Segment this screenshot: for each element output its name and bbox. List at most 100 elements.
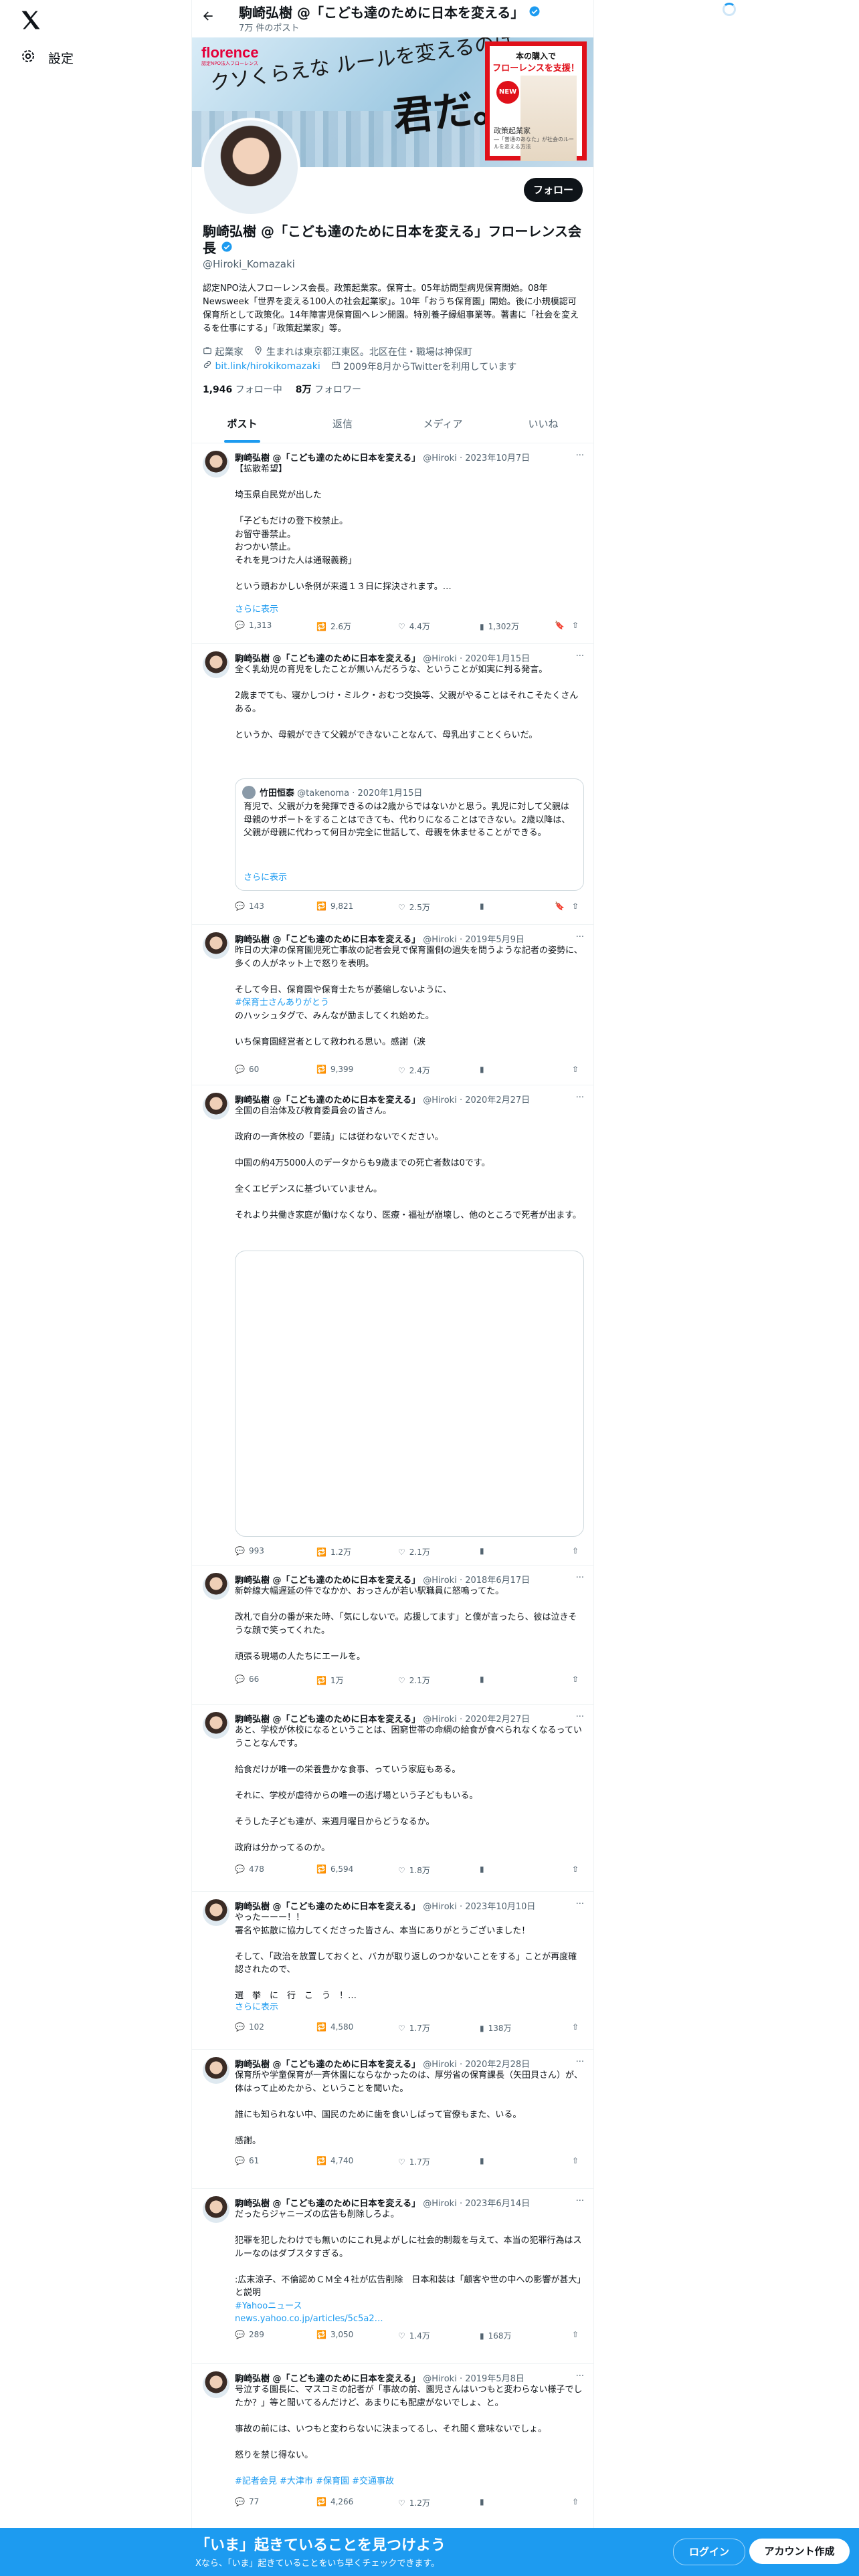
more-options-icon[interactable]: ··· [576, 1712, 584, 1722]
share-icon[interactable]: ⇧ [572, 1675, 579, 1684]
back-arrow-icon[interactable] [201, 9, 215, 25]
avatar[interactable] [203, 2371, 229, 2398]
tweet[interactable]: 駒崎弘樹 @「こども達のために日本を変える」 @Hiroki · 2020年2月… [192, 1704, 593, 1892]
tweet[interactable]: 駒崎弘樹 @「こども達のために日本を変える」 @Hiroki · 2023年6月… [192, 2188, 593, 2364]
views-icon[interactable]: ▮ [480, 1675, 484, 1684]
avatar[interactable] [203, 1573, 229, 1600]
share-icon[interactable]: ⇧ [572, 2330, 579, 2339]
share-icon[interactable]: ⇧ [572, 2497, 579, 2506]
avatar[interactable] [203, 1093, 229, 1119]
repost-button[interactable]: 🔁 1万 [316, 1675, 344, 1686]
avatar[interactable] [203, 1712, 229, 1739]
hashtag-link[interactable]: #保育士さんありがとう [235, 998, 329, 1008]
followers-link[interactable]: 8万 フォロワー [296, 383, 361, 396]
reply-button[interactable]: 💬 102 [235, 2022, 264, 2032]
like-button[interactable]: ♡ 2.5万 [398, 901, 430, 913]
tab-likes[interactable]: いいね [493, 407, 593, 443]
more-options-icon[interactable]: ··· [576, 651, 584, 661]
quoted-tweet[interactable]: 竹田恒泰 @takenoma · 2020年1月15日 育児で、父親が力を発揮で… [235, 778, 584, 891]
more-options-icon[interactable]: ··· [576, 1573, 584, 1583]
tab-media[interactable]: メディア [393, 407, 493, 443]
bookmark-icon[interactable]: 🔖 [555, 901, 565, 911]
views-icon[interactable]: ▮ [480, 1065, 484, 1074]
views-button[interactable]: ▮ 1,302万 [480, 621, 519, 632]
tweet[interactable]: 駒崎弘樹 @「こども達のために日本を変える」 @Hiroki · 2023年10… [192, 1891, 593, 2050]
reply-button[interactable]: 💬 143 [235, 901, 264, 911]
reply-button[interactable]: 💬 993 [235, 1546, 264, 1555]
profile-link[interactable]: bit.link/hirokikomazaki [203, 360, 320, 373]
views-icon[interactable]: ▮ [480, 2156, 484, 2165]
reply-button[interactable]: 💬 1,313 [235, 621, 272, 630]
like-button[interactable]: ♡ 1.4万 [398, 2330, 430, 2341]
share-icon[interactable]: ⇧ [572, 2022, 579, 2032]
views-icon[interactable]: ▮ [480, 1546, 484, 1555]
settings-nav-item[interactable]: 設定 [20, 48, 74, 68]
tweet[interactable]: 駒崎弘樹 @「こども達のために日本を変える」 @Hiroki · 2019年5月… [192, 924, 593, 1085]
more-options-icon[interactable]: ··· [576, 451, 584, 461]
reply-button[interactable]: 💬 478 [235, 1864, 264, 1874]
repost-button[interactable]: 🔁 4,740 [316, 2156, 353, 2165]
views-button[interactable]: ▮ 138万 [480, 2022, 512, 2034]
like-button[interactable]: ♡ 1.2万 [398, 2497, 430, 2508]
book-ad[interactable]: 本の購入で フローレンスを支援！ NEW 政策起業家 ―「普通のあなた」が社会の… [485, 41, 587, 161]
more-options-icon[interactable]: ··· [576, 1093, 584, 1103]
like-button[interactable]: ♡ 2.1万 [398, 1675, 430, 1686]
like-button[interactable]: ♡ 2.4万 [398, 1065, 430, 1076]
avatar[interactable] [203, 451, 229, 477]
more-options-icon[interactable]: ··· [576, 932, 584, 942]
views-icon[interactable]: ▮ [480, 2497, 484, 2506]
more-options-icon[interactable]: ··· [576, 1899, 584, 1909]
tweet[interactable]: 駒崎弘樹 @「こども達のために日本を変える」 @Hiroki · 2018年6月… [192, 1565, 593, 1705]
like-button[interactable]: ♡ 1.8万 [398, 1864, 430, 1876]
like-button[interactable]: ♡ 2.1万 [398, 1546, 430, 1558]
tweet[interactable]: 駒崎弘樹 @「こども達のために日本を変える」 @Hiroki · 2020年2月… [192, 1085, 593, 1566]
tweet[interactable]: 駒崎弘樹 @「こども達のために日本を変える」 @Hiroki · 2020年2月… [192, 2049, 593, 2189]
show-more-link[interactable]: さらに表示 [244, 870, 287, 883]
x-logo-icon[interactable] [19, 8, 43, 32]
share-icon[interactable]: ⇧ [572, 2156, 579, 2165]
show-more-link[interactable]: さらに表示 [235, 2000, 278, 2012]
avatar[interactable] [203, 932, 229, 959]
like-button[interactable]: ♡ 1.7万 [398, 2022, 430, 2034]
share-icon[interactable]: ⇧ [572, 1546, 579, 1555]
login-button[interactable]: ログイン [673, 2539, 745, 2565]
share-icon[interactable]: ⇧ [572, 901, 579, 911]
tweet[interactable]: 駒崎弘樹 @「こども達のために日本を変える」 @Hiroki · 2023年10… [192, 443, 593, 644]
avatar[interactable] [203, 2196, 229, 2223]
views-icon[interactable]: ▮ [480, 1864, 484, 1874]
share-icon[interactable]: ⇧ [572, 621, 579, 630]
repost-button[interactable]: 🔁 4,266 [316, 2497, 353, 2506]
signup-button[interactable]: アカウント作成 [749, 2539, 850, 2564]
reply-button[interactable]: 💬 77 [235, 2497, 259, 2506]
hashtag-link[interactable]: #Yahooニュース [235, 2301, 302, 2311]
tab-posts[interactable]: ポスト [192, 407, 292, 443]
tweet[interactable]: 駒崎弘樹 @「こども達のために日本を変える」 @Hiroki · 2019年5月… [192, 2363, 593, 2529]
show-more-link[interactable]: さらに表示 [235, 602, 278, 615]
avatar[interactable] [203, 2057, 229, 2084]
views-icon[interactable]: ▮ [480, 901, 484, 911]
more-options-icon[interactable]: ··· [576, 2057, 584, 2067]
share-icon[interactable]: ⇧ [572, 1065, 579, 1074]
avatar[interactable] [203, 651, 229, 678]
following-link[interactable]: 1,946 フォロー中 [203, 383, 282, 396]
like-button[interactable]: ♡ 4.4万 [398, 621, 430, 632]
like-button[interactable]: ♡ 1.7万 [398, 2156, 430, 2167]
repost-button[interactable]: 🔁 4,580 [316, 2022, 353, 2032]
reply-button[interactable]: 💬 61 [235, 2156, 259, 2165]
tweet-media[interactable] [235, 1251, 584, 1537]
repost-button[interactable]: 🔁 9,821 [316, 901, 353, 911]
profile-avatar[interactable] [201, 118, 300, 217]
share-icon[interactable]: ⇧ [572, 1864, 579, 1874]
more-options-icon[interactable]: ··· [576, 2371, 584, 2381]
more-options-icon[interactable]: ··· [576, 2196, 584, 2206]
bookmark-icon[interactable]: 🔖 [555, 621, 565, 630]
reply-button[interactable]: 💬 289 [235, 2330, 264, 2339]
avatar[interactable] [203, 1899, 229, 1926]
tweet[interactable]: 駒崎弘樹 @「こども達のために日本を変える」 @Hiroki · 2020年1月… [192, 643, 593, 925]
repost-button[interactable]: 🔁 3,050 [316, 2330, 353, 2339]
repost-button[interactable]: 🔁 9,399 [316, 1065, 353, 1074]
repost-button[interactable]: 🔁 2.6万 [316, 621, 351, 632]
reply-button[interactable]: 💬 66 [235, 1675, 259, 1684]
hashtag-link[interactable]: #記者会見 #大津市 #保育園 #交通事故 [235, 2476, 394, 2486]
article-link[interactable]: news.yahoo.co.jp/articles/5c5a2… [235, 2314, 383, 2324]
